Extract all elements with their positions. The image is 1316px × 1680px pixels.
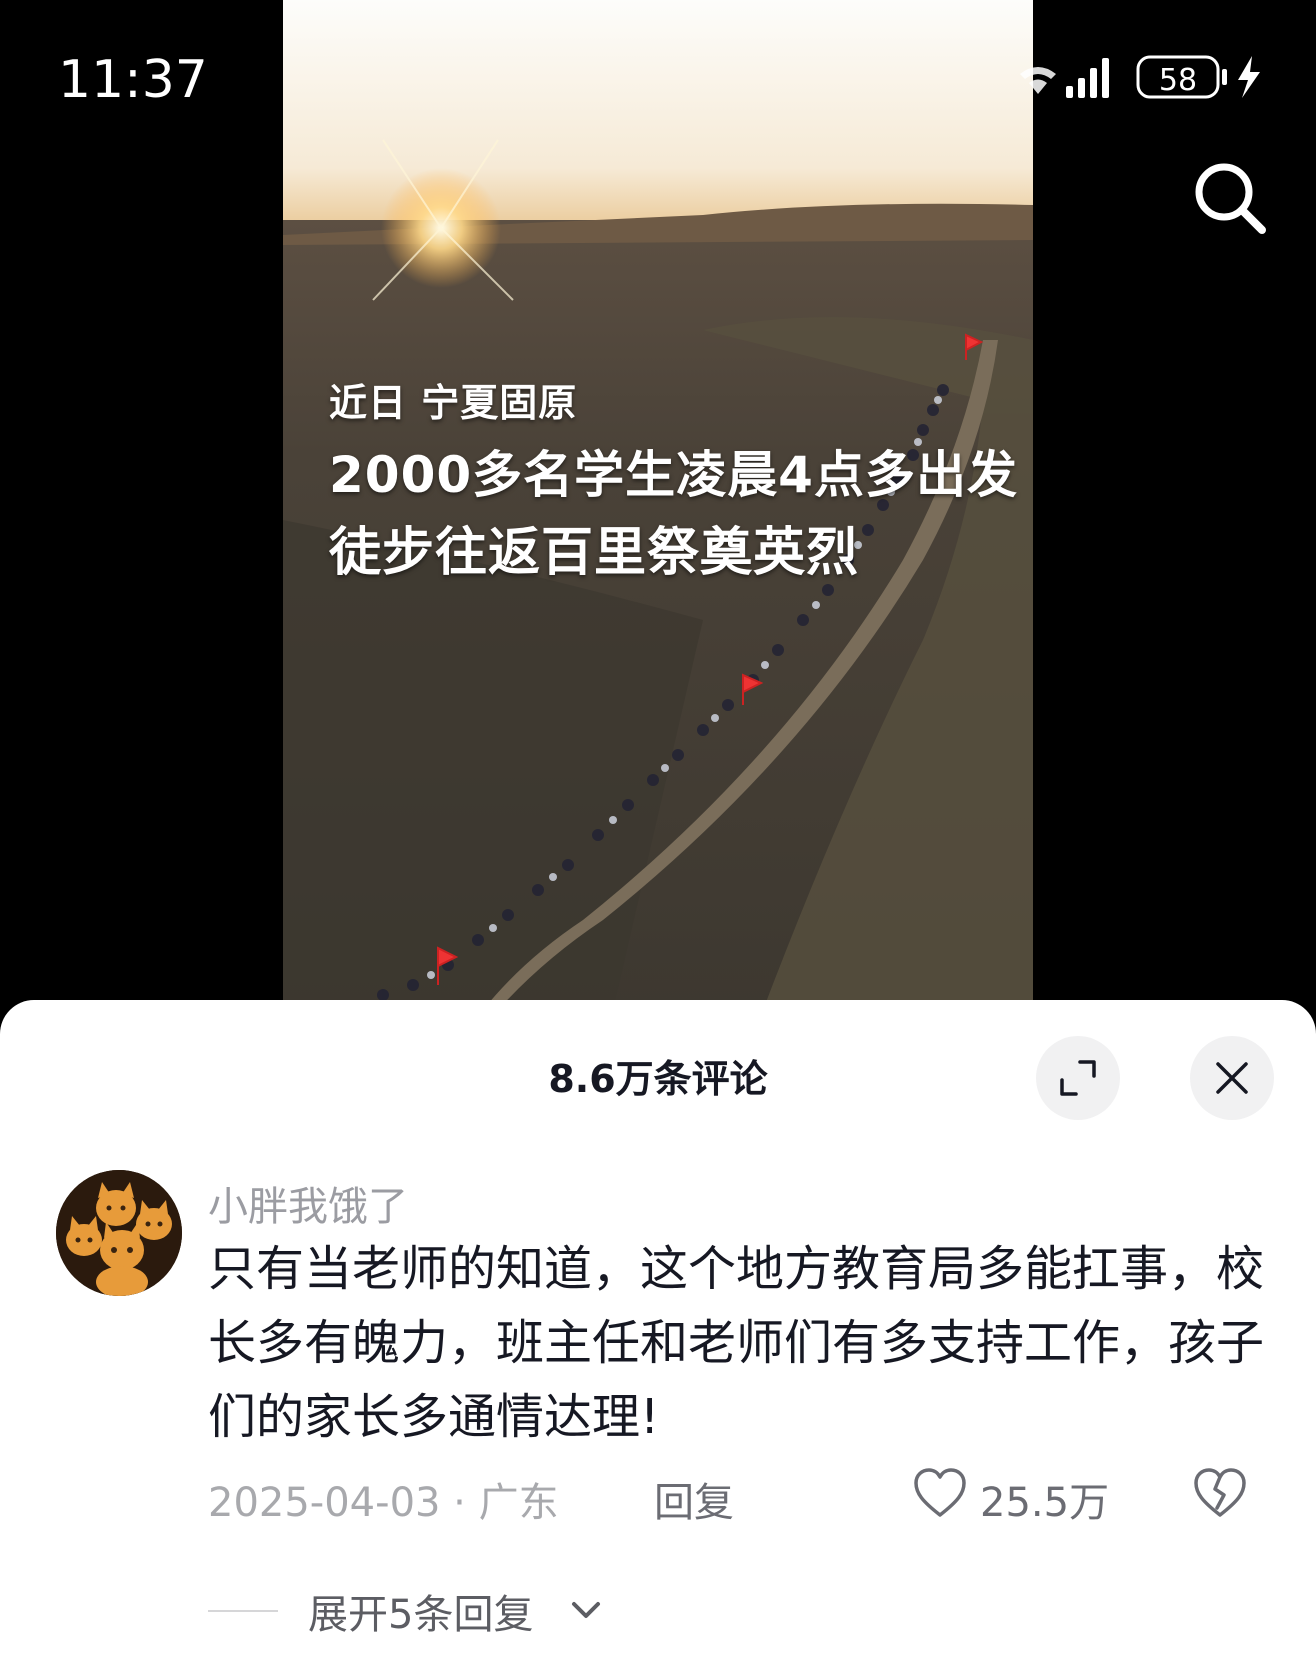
avatar-kittens-image <box>56 1170 182 1296</box>
video-frame[interactable]: 近日 宁夏固原 2000多名学生凌晨4点多出发 徒步往返百里祭奠英烈 <box>283 0 1033 1010</box>
battery-level: 58 <box>1159 63 1197 98</box>
video-caption-subtitle: 近日 宁夏固原 <box>329 381 578 425</box>
close-icon <box>1216 1062 1248 1094</box>
divider-line <box>208 1610 278 1612</box>
status-time: 11:37 <box>58 50 208 110</box>
expand-button[interactable] <box>1036 1036 1120 1120</box>
chevron-down-icon <box>572 1602 600 1618</box>
comments-sheet: 8.6万条评论 小胖我饿了 只有当老师的知道，这个地方教育局多能扛事，校长多有魄… <box>0 1000 1316 1680</box>
reply-button[interactable]: 回复 <box>654 1470 734 1528</box>
close-button[interactable] <box>1190 1036 1274 1120</box>
signal-icon <box>1066 58 1109 98</box>
wifi-icon <box>1020 67 1056 94</box>
comment-text: 只有当老师的知道，这个地方教育局多能扛事，校长多有魄力，班主任和老师们有多支持工… <box>208 1241 1265 1445</box>
heart-icon <box>914 1468 966 1517</box>
video-caption-line1: 2000多名学生凌晨4点多出发 <box>329 446 1018 504</box>
search-button[interactable] <box>1190 158 1270 238</box>
status-icons: 58 <box>1020 55 1260 99</box>
avatar[interactable] <box>56 1170 182 1296</box>
like-count: 25.5万 <box>980 1480 1110 1526</box>
comment-username[interactable]: 小胖我饿了 <box>208 1174 408 1232</box>
dislike-button[interactable] <box>1192 1466 1248 1522</box>
video-caption-line2: 徒步往返百里祭奠英烈 <box>329 523 860 583</box>
expand-replies-label: 展开5条回复 <box>308 1592 534 1638</box>
battery-icon: 58 <box>1136 55 1227 99</box>
charging-icon <box>1238 56 1260 98</box>
expand-icon <box>1060 1060 1096 1096</box>
video-player[interactable]: 近日 宁夏固原 2000多名学生凌晨4点多出发 徒步往返百里祭奠英烈 11:37… <box>0 0 1316 1010</box>
broken-heart-icon <box>1194 1468 1246 1517</box>
comment-meta: 2025-04-03 · 广东 <box>208 1480 559 1526</box>
search-icon <box>1195 163 1266 234</box>
